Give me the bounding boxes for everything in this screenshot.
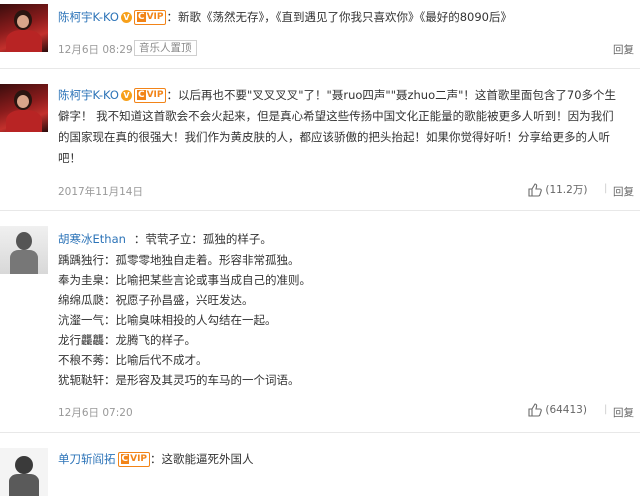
comment-text-line: 不稂不莠：比喻后代不成才。 xyxy=(58,353,208,367)
like-count: (11.2万) xyxy=(545,184,588,196)
comment-text-line: 绵绵瓜瓞：祝愿子孙昌盛，兴旺发达。 xyxy=(58,293,254,307)
comment-text-line: 僻字！ 我不知道这首歌会不会火起来，但是真心希望这些传扬中国文化正能量的歌能被更… xyxy=(58,109,614,123)
username-link[interactable]: 单刀斩阎拓 xyxy=(58,452,116,466)
comment-date: 12月6日 07:20 xyxy=(58,407,133,419)
comment-text-line: 的国家现在真的很强大！我们作为黄皮肤的人，都应该骄傲的把头抬起！如果你觉得好听！… xyxy=(58,130,610,144)
thumbs-up-icon xyxy=(528,183,542,197)
divider xyxy=(0,432,640,433)
comment-text-line: 吧！ xyxy=(58,151,81,165)
separator: | xyxy=(604,404,608,415)
comment-header: 陈柯宇K-KO V C VIP ：新歌《荡然无存》，《直到遇见了你我只喜欢你》《最好的8… xyxy=(58,10,512,25)
divider xyxy=(0,210,640,211)
divider xyxy=(0,68,640,69)
verified-v-icon: V xyxy=(120,90,132,101)
comment-text-line: 犹轭鞑轩：是形容及其灵巧的车马的一个词语。 xyxy=(58,373,300,387)
verified-v-icon: V xyxy=(120,12,132,23)
reply-button[interactable]: 回复 xyxy=(613,405,634,420)
comment-text-line: 沆瀣一气：比喻臭味相投的人勾结在一起。 xyxy=(58,313,277,327)
comment-header: 胡寒冰Ethan ：茕茕孑立：孤独的样子。 xyxy=(58,232,272,247)
separator: | xyxy=(604,183,608,194)
comment-text: ：新歌《荡然无存》，《直到遇见了你我只喜欢你》《最好的8090后》 xyxy=(166,10,512,24)
username-link[interactable]: 胡寒冰Ethan xyxy=(58,232,126,246)
username-link[interactable]: 陈柯宇K-KO xyxy=(58,88,119,102)
comment-text: ：以后再也不要"叉叉叉叉"了！"聂ruo四声""聂zhuo二声"！这首歌里面包含… xyxy=(166,88,617,102)
comment-date: 12月6日 08:29 xyxy=(58,44,133,56)
comment-header: 单刀斩阎拓 C VIP ：这歌能逼死外国人 xyxy=(58,452,254,467)
avatar[interactable] xyxy=(0,4,48,52)
reply-button[interactable]: 回复 xyxy=(613,42,634,57)
comment-text: ：茕茕孑立：孤独的样子。 xyxy=(133,232,272,246)
comment-text-line: 踽踽独行：孤零零地独自走着。形容非常孤独。 xyxy=(58,253,300,267)
pinned-badge: 音乐人置顶 xyxy=(134,40,197,56)
comment-text-line: 龙行龘龘：龙腾飞的样子。 xyxy=(58,333,196,347)
username-link[interactable]: 陈柯宇K-KO xyxy=(58,10,119,24)
avatar[interactable] xyxy=(0,84,48,132)
reply-button[interactable]: 回复 xyxy=(613,184,634,199)
vip-badge: C VIP xyxy=(133,10,167,25)
thumbs-up-icon xyxy=(528,403,542,417)
vip-badge: C VIP xyxy=(133,88,167,103)
avatar[interactable] xyxy=(0,448,48,496)
vip-badge: C VIP xyxy=(117,452,151,467)
comment-date: 2017年11月14日 xyxy=(58,186,143,198)
like-button[interactable]: (11.2万) xyxy=(528,182,587,197)
like-count: (64413) xyxy=(545,404,587,416)
comment-header: 陈柯宇K-KO V C VIP ：以后再也不要"叉叉叉叉"了！"聂ruo四声""聂zhu… xyxy=(58,88,616,103)
comment-text-line: 奉为圭臬：比喻把某些言论或事当成自己的准则。 xyxy=(58,273,311,287)
like-button[interactable]: (64413) xyxy=(528,403,587,417)
comment-text: ：这歌能逼死外国人 xyxy=(150,452,254,466)
avatar[interactable] xyxy=(0,226,48,274)
